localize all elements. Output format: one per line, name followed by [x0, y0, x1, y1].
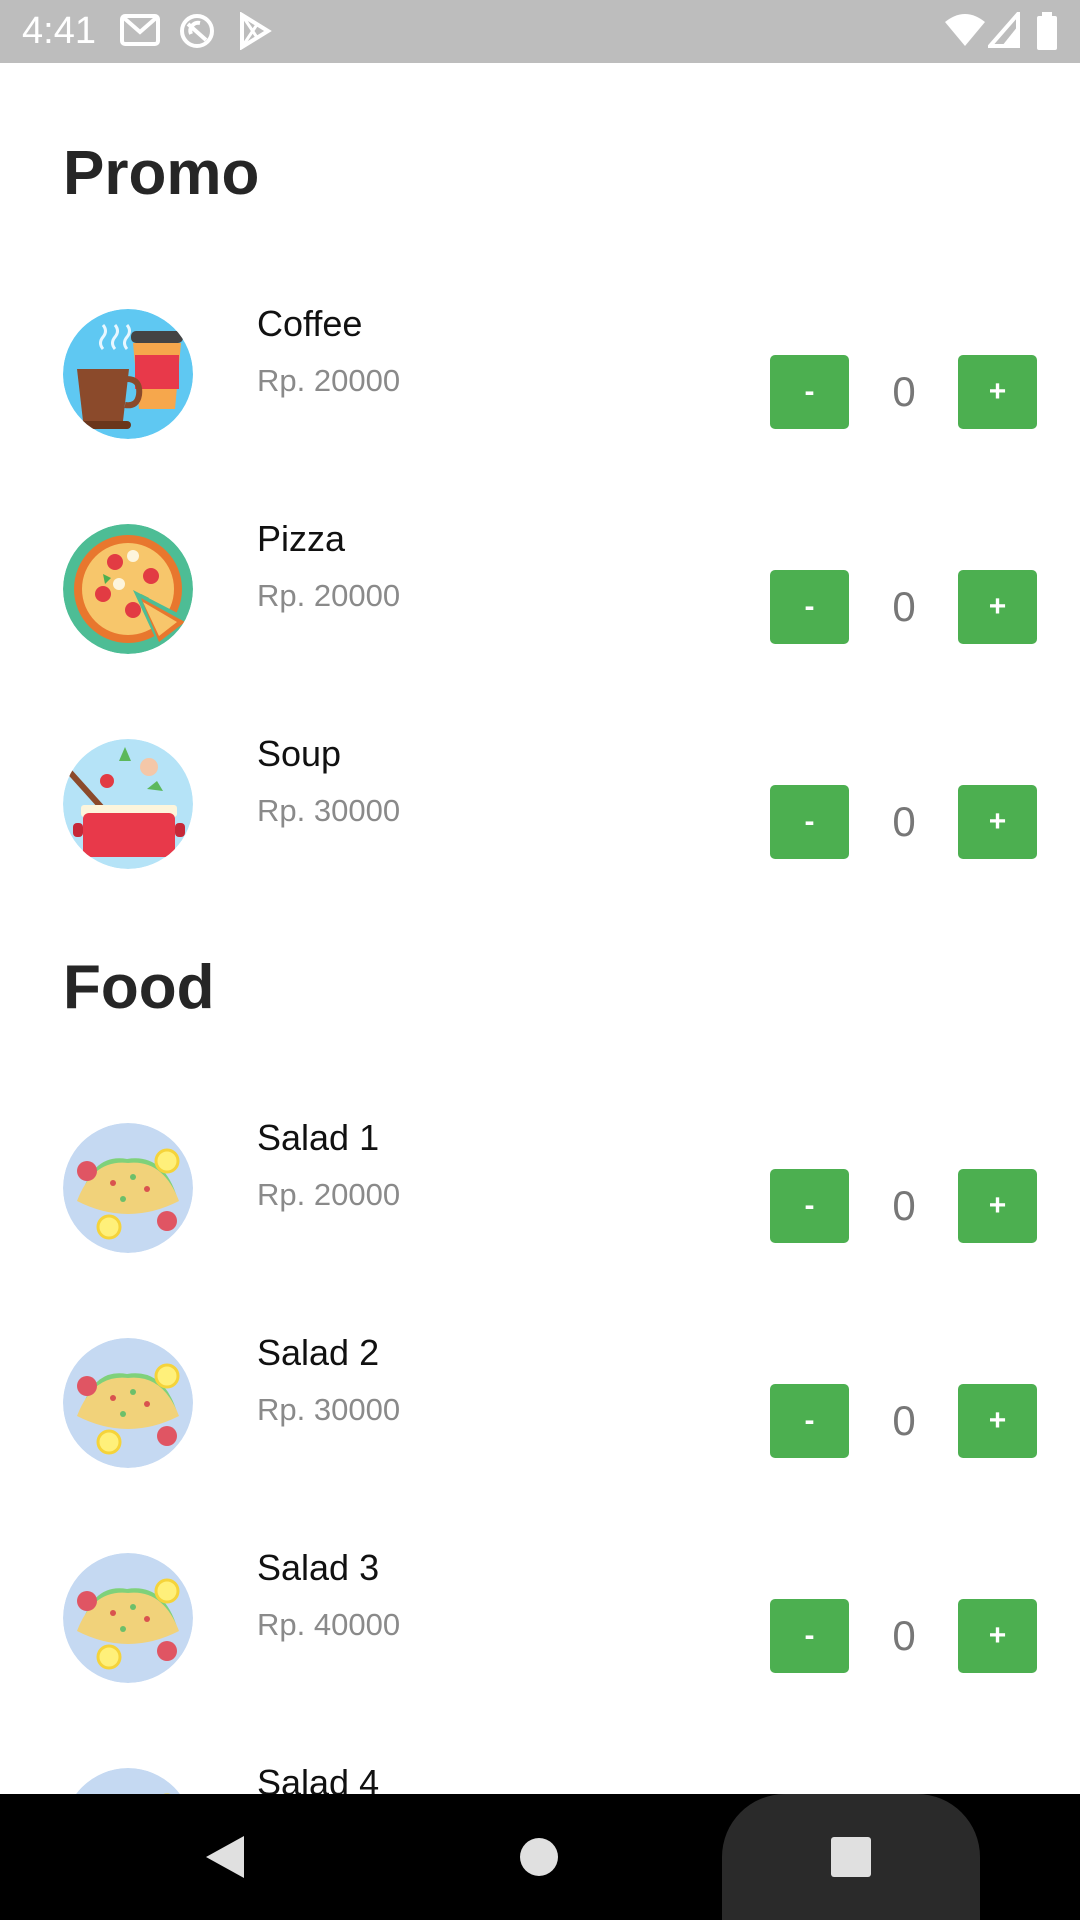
quantity-value: 0 — [892, 1397, 916, 1444]
list-item: Salad 1 Rp. 20000 - 0 + — [0, 1103, 1080, 1318]
status-bar: 4:41 — [0, 0, 1080, 63]
battery-icon — [1037, 12, 1057, 50]
decrease-quantity-button[interactable]: - — [770, 785, 849, 859]
item-name: Salad 2 — [257, 1332, 380, 1373]
item-name: Salad 1 — [257, 1117, 380, 1158]
decrease-quantity-button[interactable]: - — [770, 570, 849, 644]
increase-quantity-button[interactable]: + — [958, 1599, 1037, 1673]
item-price: Rp. 20000 — [257, 578, 401, 613]
salad-icon — [63, 1123, 193, 1253]
recents-icon[interactable] — [831, 1837, 871, 1877]
increase-quantity-button[interactable]: + — [958, 1169, 1037, 1243]
wifi-icon — [945, 14, 985, 46]
back-icon[interactable] — [204, 1834, 246, 1880]
decrease-quantity-button[interactable]: - — [770, 355, 849, 429]
navigation-bar — [0, 1794, 1080, 1920]
item-name: Coffee — [257, 303, 363, 344]
decrease-quantity-button[interactable]: - — [770, 1599, 849, 1673]
increase-quantity-button[interactable]: + — [958, 570, 1037, 644]
quantity-value: 0 — [892, 1182, 916, 1229]
section-title-promo: Promo — [63, 139, 260, 208]
quantity-value: 0 — [892, 583, 916, 630]
item-price: Rp. 40000 — [257, 1607, 401, 1642]
pizza-icon — [63, 524, 193, 654]
list-item: Salad 4 — [0, 1748, 1080, 1794]
soup-icon — [63, 739, 193, 869]
list-item: Salad 3 Rp. 40000 - 0 + — [0, 1533, 1080, 1748]
sync-icon — [180, 14, 214, 48]
home-icon[interactable] — [520, 1838, 558, 1876]
list-item: Pizza Rp. 20000 - 0 + — [0, 504, 1080, 719]
item-price: Rp. 30000 — [257, 1392, 401, 1427]
quantity-value: 0 — [892, 368, 916, 415]
section-title-food: Food — [63, 953, 215, 1022]
coffee-icon — [63, 309, 193, 439]
signal-icon — [988, 12, 1020, 48]
decrease-quantity-button[interactable]: - — [770, 1169, 849, 1243]
list-item: Coffee Rp. 20000 - 0 + — [0, 289, 1080, 504]
increase-quantity-button[interactable]: + — [958, 785, 1037, 859]
decrease-quantity-button[interactable]: - — [770, 1384, 849, 1458]
increase-quantity-button[interactable]: + — [958, 355, 1037, 429]
gmail-icon — [120, 14, 160, 46]
item-name: Pizza — [257, 518, 346, 559]
quantity-value: 0 — [892, 798, 916, 845]
list-item: Salad 2 Rp. 30000 - 0 + — [0, 1318, 1080, 1533]
salad-icon — [63, 1553, 193, 1683]
quantity-value: 0 — [892, 1612, 916, 1659]
play-store-icon — [240, 12, 272, 50]
increase-quantity-button[interactable]: + — [958, 1384, 1037, 1458]
item-name: Soup — [257, 733, 342, 774]
list-item: Soup Rp. 30000 - 0 + — [0, 719, 1080, 934]
item-price: Rp. 20000 — [257, 363, 401, 398]
item-name: Salad 4 — [257, 1762, 380, 1794]
salad-icon — [63, 1338, 193, 1468]
status-time: 4:41 — [22, 10, 96, 52]
item-price: Rp. 30000 — [257, 793, 401, 828]
item-name: Salad 3 — [257, 1547, 380, 1588]
item-price: Rp. 20000 — [257, 1177, 401, 1212]
salad-icon — [63, 1768, 193, 1794]
menu-list[interactable]: Promo Coffee Rp. 20000 - 0 + Pizza Rp. 2… — [0, 63, 1080, 1794]
